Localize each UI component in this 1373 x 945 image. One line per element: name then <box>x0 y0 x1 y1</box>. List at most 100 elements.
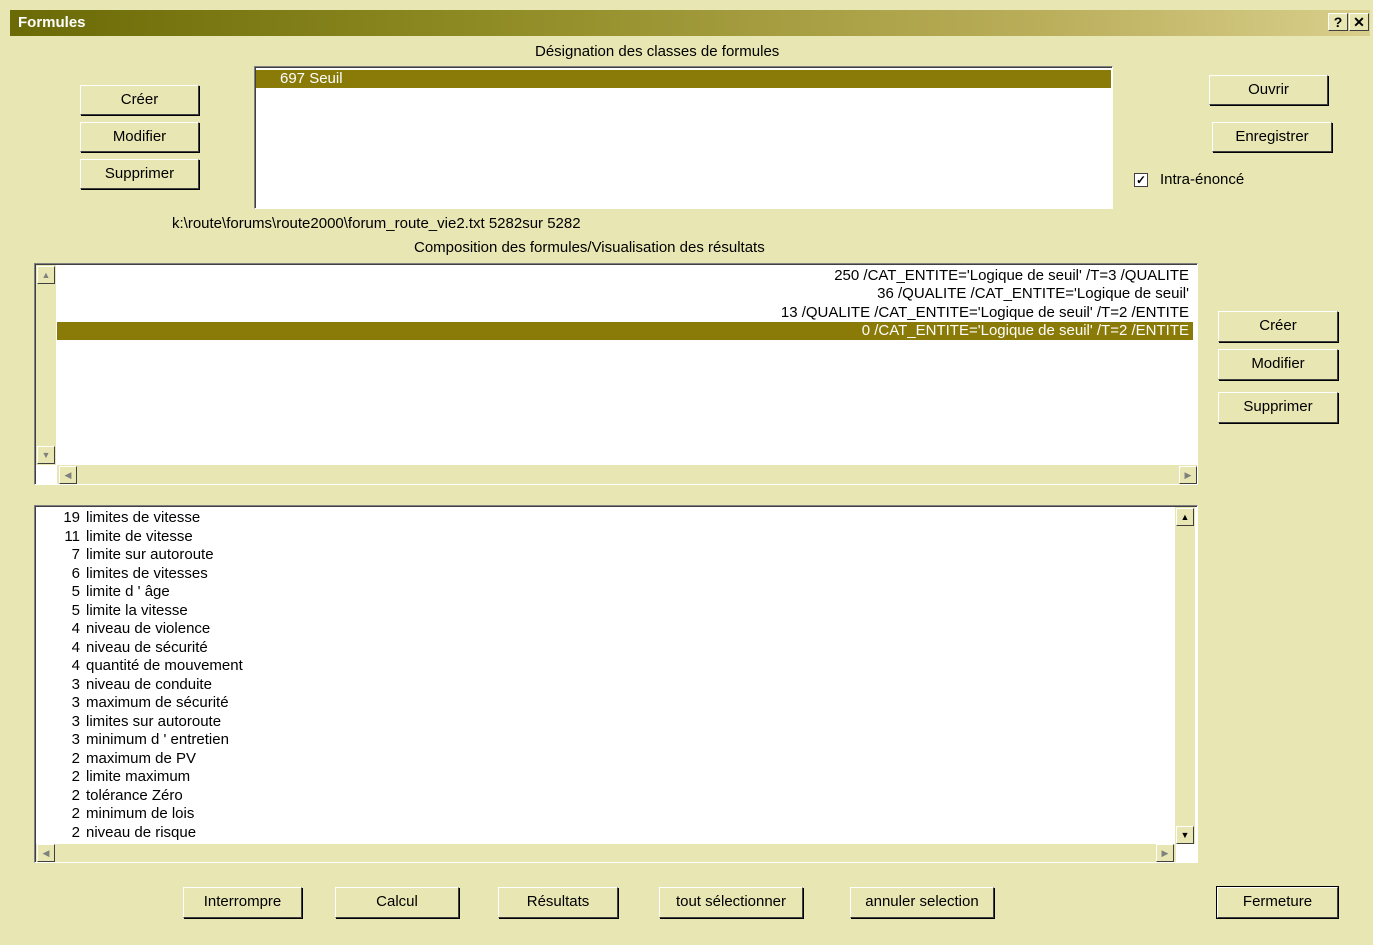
result-row[interactable]: 19 limites de vitesse <box>36 509 200 528</box>
title-bar[interactable]: Formules ? ✕ <box>10 10 1370 36</box>
composition-row[interactable]: 36 /QUALITE /CAT_ENTITE='Logique de seui… <box>57 285 1193 303</box>
scroll-down-arrow-icon[interactable]: ▼ <box>37 446 55 464</box>
interrompre-button[interactable]: Interrompre <box>183 887 302 918</box>
result-text: niveau de conduite <box>86 675 212 693</box>
result-count: 7 <box>71 546 80 563</box>
result-count: 2 <box>71 823 80 841</box>
composition-rows: 250 /CAT_ENTITE='Logique de seuil' /T=3 … <box>57 267 1193 347</box>
result-count: 3 <box>71 731 80 748</box>
composition-heading: Composition des formules/Visualisation d… <box>414 239 765 256</box>
result-text: limite d ' âge <box>86 583 170 600</box>
result-row[interactable]: 2 tolérance Zéro <box>36 787 183 806</box>
file-path-status: k:\route\forums\route2000\forum_route_vi… <box>172 215 581 232</box>
result-count: 4 <box>71 620 80 637</box>
delete-formula-button[interactable]: Supprimer <box>1218 392 1338 423</box>
result-count: 4 <box>71 657 80 674</box>
results-vertical-scrollbar[interactable]: ▲ ▼ <box>1175 507 1195 844</box>
window-title: Formules <box>18 14 86 31</box>
scroll-right-arrow-icon[interactable]: ▶ <box>1156 844 1174 862</box>
result-count: 2 <box>71 805 80 822</box>
result-row[interactable]: 7 limite sur autoroute <box>36 546 214 565</box>
composition-vertical-scrollbar[interactable]: ▲ ▼ <box>36 265 56 465</box>
result-count: 11 <box>64 527 80 545</box>
result-text: limite la vitesse <box>86 601 188 619</box>
open-button[interactable]: Ouvrir <box>1209 75 1328 105</box>
close-window-button[interactable]: Fermeture <box>1217 887 1338 918</box>
results-rows: 19 limites de vitesse 11 limite de vitesse 7… <box>36 509 1174 846</box>
result-count: 4 <box>71 638 80 656</box>
result-text: maximum de sécurité <box>86 694 229 711</box>
result-count: 2 <box>71 749 80 767</box>
class-list-item[interactable]: 697 Seuil <box>256 70 1111 88</box>
result-row[interactable]: 2 maximum de PV <box>36 750 196 769</box>
scroll-left-arrow-icon[interactable]: ◀ <box>37 844 55 862</box>
result-row[interactable]: 2 limite maximum <box>36 768 191 787</box>
result-text: minimum d ' entretien <box>86 731 229 748</box>
scroll-down-arrow-icon[interactable]: ▼ <box>1176 826 1194 844</box>
result-text: limite de vitesse <box>86 527 193 545</box>
result-row[interactable]: 3 minimum d ' entretien <box>36 731 229 750</box>
close-button[interactable]: ✕ <box>1349 13 1369 31</box>
composition-row[interactable]: 13 /QUALITE /CAT_ENTITE='Logique de seui… <box>57 304 1193 322</box>
scroll-right-arrow-icon[interactable]: ▶ <box>1179 466 1197 484</box>
result-text: minimum de lois <box>86 805 195 822</box>
modify-class-button[interactable]: Modifier <box>80 122 199 152</box>
result-count: 6 <box>71 564 80 582</box>
result-count: 2 <box>71 768 80 785</box>
result-row[interactable]: 3 niveau de conduite <box>36 676 212 695</box>
result-count: 5 <box>71 601 80 619</box>
calcul-button[interactable]: Calcul <box>335 887 459 918</box>
result-text: limites de vitesse <box>86 509 201 526</box>
resultats-button[interactable]: Résultats <box>498 887 618 918</box>
result-count: 2 <box>71 786 80 804</box>
result-text: maximum de PV <box>86 749 197 767</box>
result-row[interactable]: 4 quantité de mouvement <box>36 657 243 676</box>
intra-enonce-checkbox[interactable]: ✓ <box>1134 173 1148 187</box>
delete-class-button[interactable]: Supprimer <box>80 159 199 189</box>
composition-row-selected[interactable]: 0 /CAT_ENTITE='Logique de seuil' /T=2 /E… <box>57 322 1193 340</box>
result-row[interactable]: 11 limite de vitesse <box>36 527 193 547</box>
result-text: quantité de mouvement <box>86 657 243 674</box>
result-row[interactable]: 5 limite la vitesse <box>36 602 188 621</box>
result-row[interactable]: 4 niveau de violence <box>36 620 211 639</box>
composition-row[interactable]: 250 /CAT_ENTITE='Logique de seuil' /T=3 … <box>57 267 1193 285</box>
scroll-up-arrow-icon[interactable]: ▲ <box>1176 508 1194 526</box>
result-count: 19 <box>63 509 80 526</box>
classes-heading: Désignation des classes de formules <box>535 43 780 60</box>
result-text: limites sur autoroute <box>86 712 222 730</box>
result-count: 3 <box>71 675 80 693</box>
save-button[interactable]: Enregistrer <box>1212 122 1332 152</box>
result-row[interactable]: 4 niveau de sécurité <box>36 639 208 658</box>
result-text: niveau de sécurité <box>86 638 208 656</box>
result-row[interactable]: 6 limites de vitesses <box>36 565 208 584</box>
select-all-button[interactable]: tout sélectionner <box>659 887 803 918</box>
composition-horizontal-scrollbar[interactable]: ◀ ▶ <box>57 465 1197 484</box>
create-class-button[interactable]: Créer <box>80 85 199 115</box>
result-count: 3 <box>71 694 80 711</box>
intra-enonce-label: Intra-énoncé <box>1160 171 1245 188</box>
result-row[interactable]: 2 niveau de risque <box>36 824 196 843</box>
results-list[interactable]: 19 limites de vitesse 11 limite de vitesse 7… <box>34 505 1198 863</box>
result-text: limite maximum <box>86 768 191 785</box>
scroll-up-arrow-icon[interactable]: ▲ <box>37 266 55 284</box>
help-button[interactable]: ? <box>1328 13 1348 31</box>
result-row[interactable]: 3 limites sur autoroute <box>36 713 221 732</box>
result-count: 3 <box>71 712 80 730</box>
result-text: limites de vitesses <box>86 564 208 582</box>
classes-list[interactable]: 697 Seuil <box>254 66 1113 209</box>
composition-list[interactable]: ▲ ▼ 250 /CAT_ENTITE='Logique de seuil' /… <box>34 263 1198 485</box>
scroll-left-arrow-icon[interactable]: ◀ <box>59 466 77 484</box>
result-count: 5 <box>71 583 80 600</box>
result-row[interactable]: 3 maximum de sécurité <box>36 694 229 713</box>
result-text: tolérance Zéro <box>86 786 183 804</box>
result-text: niveau de violence <box>86 620 211 637</box>
result-row[interactable]: 5 limite d ' âge <box>36 583 170 602</box>
result-text: limite sur autoroute <box>86 546 214 563</box>
result-row[interactable]: 2 minimum de lois <box>36 805 195 824</box>
results-horizontal-scrollbar[interactable]: ◀ ▶ <box>36 844 1176 862</box>
cancel-selection-button[interactable]: annuler selection <box>850 887 994 918</box>
modify-formula-button[interactable]: Modifier <box>1218 349 1338 380</box>
result-text: niveau de risque <box>86 823 197 841</box>
formules-window: Formules ? ✕ Désignation des classes de … <box>0 0 1373 945</box>
create-formula-button[interactable]: Créer <box>1218 311 1338 342</box>
